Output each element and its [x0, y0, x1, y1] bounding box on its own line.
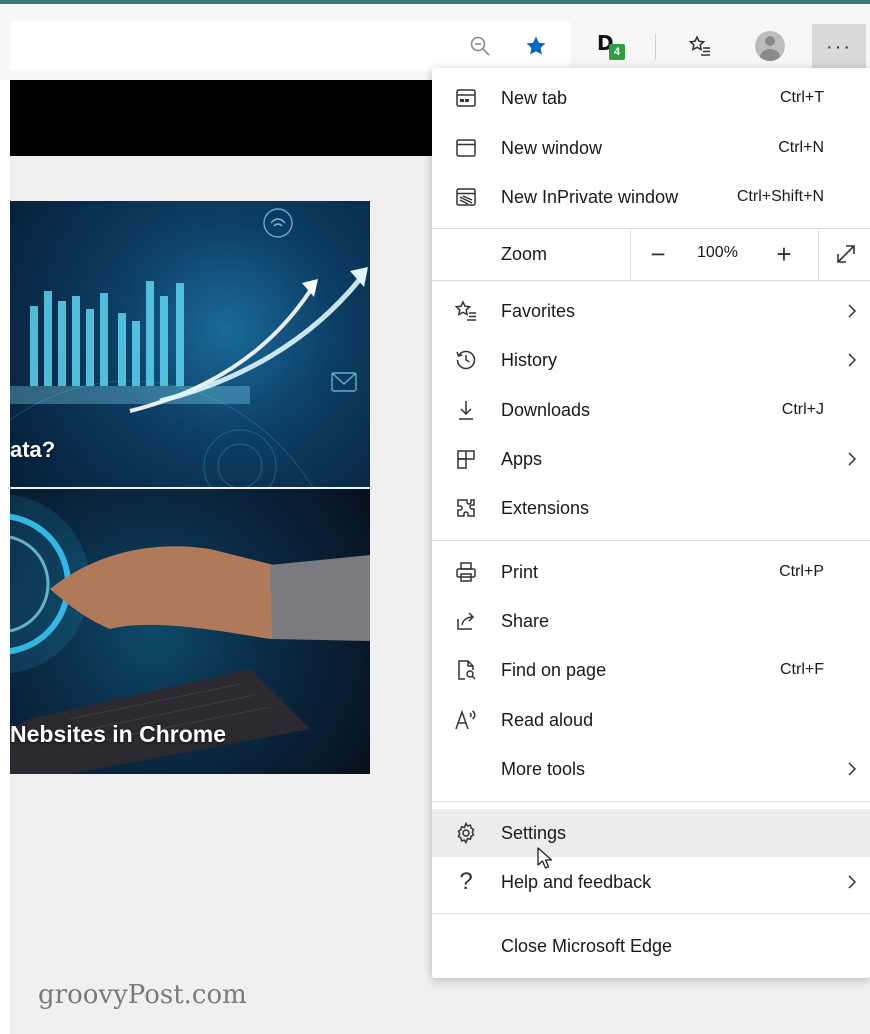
- fullscreen-icon: [837, 245, 855, 263]
- new-window-icon: [452, 134, 480, 162]
- menu-label: Downloads: [501, 399, 591, 420]
- mouse-cursor-icon: [537, 847, 553, 869]
- menu-label: Print: [501, 561, 539, 582]
- settings-and-more-menu: New tab Ctrl+T New window Ctrl+N New InP…: [432, 68, 870, 978]
- history-icon: [452, 346, 480, 374]
- menu-label: New tab: [501, 87, 568, 108]
- menu-item-favorites[interactable]: Favorites: [432, 287, 870, 335]
- chevron-right-icon: [848, 452, 857, 466]
- menu-item-help-and-feedback[interactable]: ? Help and feedback: [432, 858, 870, 906]
- gear-icon: [452, 819, 480, 847]
- menu-label: Extensions: [501, 497, 590, 518]
- article-card-chrome[interactable]: Nebsites in Chrome: [10, 489, 370, 774]
- article-title-2[interactable]: Nebsites in Chrome: [10, 721, 226, 748]
- avatar: [755, 31, 785, 61]
- menu-item-downloads[interactable]: Downloads Ctrl+J: [432, 386, 870, 434]
- extensions-icon: [452, 494, 480, 522]
- page-edge: [0, 80, 10, 1034]
- menu-item-extensions[interactable]: Extensions: [432, 484, 870, 532]
- menu-shortcut: Ctrl+J: [781, 401, 824, 418]
- menu-shortcut: Ctrl+F: [780, 661, 824, 678]
- menu-label: Find on page: [501, 659, 607, 680]
- zoom-in-button[interactable]: +: [764, 234, 804, 274]
- zoom-level: 100%: [697, 244, 738, 261]
- menu-label: Apps: [501, 448, 543, 469]
- menu-divider: [432, 913, 870, 914]
- menu-divider: [432, 801, 870, 802]
- find-on-page-icon: [452, 656, 480, 684]
- inprivate-icon: [452, 183, 480, 211]
- groovypost-watermark: groovyPost.com: [38, 980, 247, 1010]
- help-icon: ?: [459, 868, 473, 895]
- menu-divider: [432, 540, 870, 541]
- menu-label: Favorites: [501, 300, 576, 321]
- menu-label: More tools: [501, 758, 586, 779]
- print-icon: [452, 558, 480, 586]
- settings-and-more-button[interactable]: ···: [812, 24, 866, 70]
- zoom-divider: [630, 228, 631, 280]
- favorite-star-icon[interactable]: [516, 26, 556, 66]
- menu-item-apps[interactable]: Apps: [432, 435, 870, 483]
- share-icon: [452, 607, 480, 635]
- menu-item-print[interactable]: Print Ctrl+P: [432, 548, 870, 596]
- chevron-right-icon: [848, 304, 857, 318]
- toolbar-divider: [655, 34, 656, 60]
- menu-item-share[interactable]: Share: [432, 597, 870, 645]
- menu-item-new-window[interactable]: New window Ctrl+N: [432, 124, 870, 172]
- menu-divider: [432, 280, 870, 281]
- analytics-illustration: [10, 208, 368, 487]
- menu-shortcut: Ctrl+T: [780, 89, 824, 106]
- menu-item-close-microsoft-edge[interactable]: Close Microsoft Edge: [432, 922, 870, 970]
- menu-label: History: [501, 349, 558, 370]
- read-aloud-icon: [452, 706, 480, 734]
- fullscreen-button[interactable]: [830, 238, 862, 270]
- menu-label: New window: [501, 137, 603, 158]
- menu-label: New InPrivate window: [501, 186, 679, 207]
- chevron-right-icon: [848, 353, 857, 367]
- zoom-label: Zoom: [501, 244, 548, 264]
- menu-label: Read aloud: [501, 709, 594, 730]
- menu-label: Close Microsoft Edge: [501, 935, 673, 956]
- profile-button[interactable]: [750, 26, 790, 66]
- article-card-data[interactable]: ata?: [10, 201, 370, 487]
- favorites-hub-icon[interactable]: [680, 26, 720, 66]
- zoom-out-button[interactable]: −: [638, 234, 678, 274]
- menu-item-new-tab[interactable]: New tab Ctrl+T: [432, 74, 870, 122]
- menu-item-new-inprivate-window[interactable]: New InPrivate window Ctrl+Shift+N: [432, 173, 870, 221]
- chevron-right-icon: [848, 762, 857, 776]
- menu-item-history[interactable]: History: [432, 336, 870, 384]
- menu-shortcut: Ctrl+N: [778, 139, 824, 156]
- extension-badge-count: 4: [609, 44, 625, 60]
- download-icon: [452, 396, 480, 424]
- article-title-1[interactable]: ata?: [10, 437, 55, 463]
- extension-button[interactable]: D 4: [590, 26, 630, 66]
- menu-shortcut: Ctrl+P: [779, 563, 824, 580]
- menu-label: Settings: [501, 822, 567, 843]
- menu-shortcut: Ctrl+Shift+N: [736, 188, 824, 205]
- chevron-right-icon: [848, 875, 857, 889]
- apps-icon: [452, 445, 480, 473]
- menu-item-find-on-page[interactable]: Find on page Ctrl+F: [432, 646, 870, 694]
- menu-item-more-tools[interactable]: More tools: [432, 745, 870, 793]
- zoom-search-icon[interactable]: [460, 26, 500, 66]
- zoom-control: Zoom − 100% +: [432, 228, 870, 280]
- site-header-banner: [10, 80, 450, 156]
- menu-item-settings[interactable]: Settings: [432, 809, 870, 857]
- favorites-icon: [452, 297, 480, 325]
- menu-label: Help and feedback: [501, 871, 652, 892]
- menu-item-read-aloud[interactable]: Read aloud: [432, 696, 870, 744]
- zoom-divider: [818, 228, 819, 280]
- new-tab-icon: [452, 84, 480, 112]
- menu-label: Share: [501, 610, 550, 631]
